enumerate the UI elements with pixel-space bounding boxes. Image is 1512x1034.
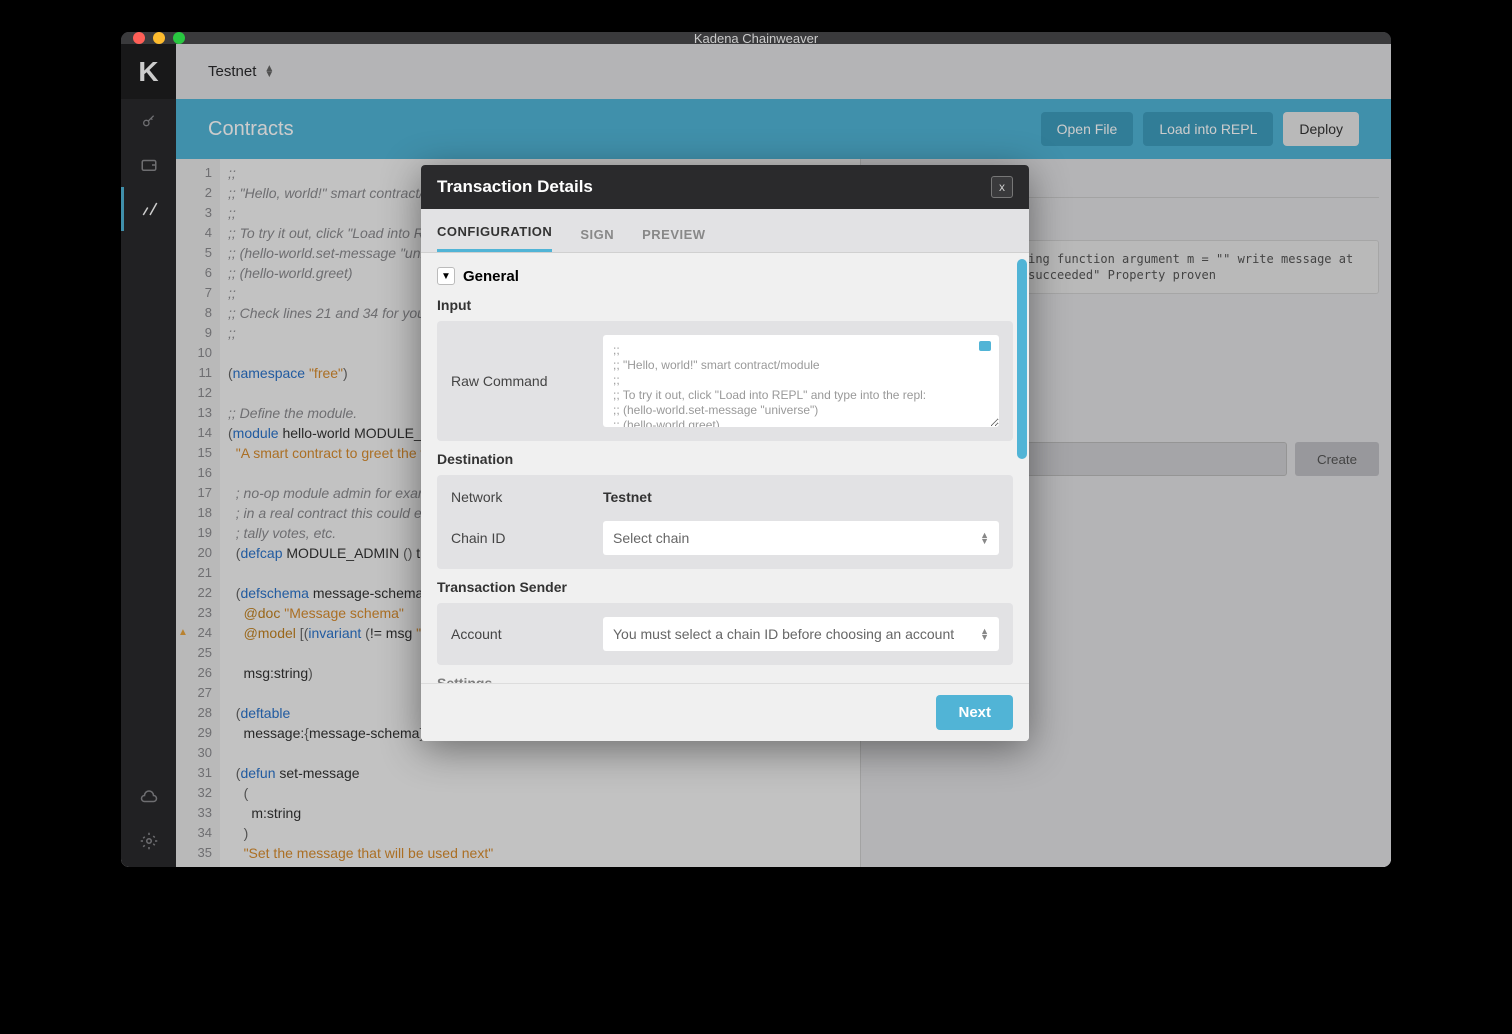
sender-block: Account You must select a chain ID befor… [437, 603, 1013, 665]
destination-subhead: Destination [437, 451, 1013, 467]
titlebar: Kadena Chainweaver [121, 32, 1391, 44]
modal-tabs: CONFIGURATION SIGN PREVIEW [421, 209, 1029, 253]
maximize-window-button[interactable] [173, 32, 185, 44]
network-label: Network [451, 489, 591, 505]
tab-configuration[interactable]: CONFIGURATION [437, 224, 552, 252]
account-placeholder: You must select a chain ID before choosi… [613, 626, 954, 642]
raw-command-textarea[interactable]: ;; ;; "Hello, world!" smart contract/mod… [603, 335, 999, 427]
modal-body: ▼ General Input Raw Command ;; ;; "Hello… [421, 253, 1029, 683]
input-subhead: Input [437, 297, 1013, 313]
modal-footer: Next [421, 683, 1029, 741]
raw-command-content: ;; ;; "Hello, world!" smart contract/mod… [613, 343, 926, 427]
raw-command-label: Raw Command [451, 373, 591, 389]
next-button[interactable]: Next [936, 695, 1013, 730]
app-window: Kadena Chainweaver K [121, 32, 1391, 867]
traffic-lights [133, 32, 185, 44]
modal-header: Transaction Details x [421, 165, 1029, 209]
minimize-window-button[interactable] [153, 32, 165, 44]
modal-scrollbar[interactable] [1017, 259, 1027, 459]
account-label: Account [451, 626, 591, 642]
chain-id-label: Chain ID [451, 530, 591, 546]
section-general-label: General [463, 268, 519, 285]
chain-id-placeholder: Select chain [613, 530, 689, 546]
close-window-button[interactable] [133, 32, 145, 44]
modal-close-button[interactable]: x [991, 176, 1013, 198]
chain-id-select[interactable]: Select chain ▲▼ [603, 521, 999, 555]
settings-subhead: Settings [437, 675, 1013, 683]
modal-title: Transaction Details [437, 177, 593, 197]
transaction-details-modal: Transaction Details x CONFIGURATION SIGN… [421, 165, 1029, 741]
section-general-header[interactable]: ▼ General [437, 267, 1013, 285]
chevron-updown-icon: ▲▼ [980, 628, 989, 640]
network-value: Testnet [603, 489, 999, 505]
account-select[interactable]: You must select a chain ID before choosi… [603, 617, 999, 651]
destination-block: Network Testnet Chain ID Select chain ▲▼ [437, 475, 1013, 569]
raw-command-indicator [979, 341, 991, 351]
chevron-updown-icon: ▲▼ [980, 532, 989, 544]
tab-sign[interactable]: SIGN [580, 227, 614, 252]
chevron-down-icon: ▼ [437, 267, 455, 285]
sender-subhead: Transaction Sender [437, 579, 1013, 595]
input-block: Raw Command ;; ;; "Hello, world!" smart … [437, 321, 1013, 441]
tab-preview[interactable]: PREVIEW [642, 227, 705, 252]
